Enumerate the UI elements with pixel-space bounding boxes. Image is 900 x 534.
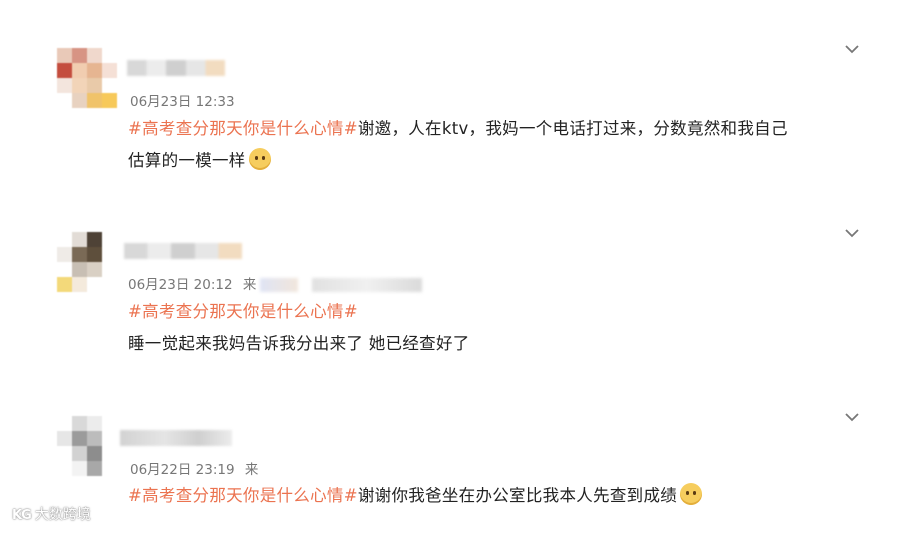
post-meta: 06月23日 12:33 — [130, 90, 235, 110]
hashtag-link[interactable]: #高考查分那天你是什么心情# — [128, 302, 358, 321]
source-blurred — [260, 278, 299, 292]
post-date: 06月23日 12:33 — [130, 94, 235, 110]
post-text: #高考查分那天你是什么心情#谢邀，人在ktv，我妈一个电话打过来，分数竟然和我自… — [128, 113, 888, 177]
post-date: 06月22日 23:19 — [130, 462, 235, 478]
post-meta: 06月23日 20:12 来 — [128, 273, 423, 293]
chevron-down-icon[interactable] — [845, 410, 859, 424]
avatar[interactable] — [57, 416, 117, 476]
post-source-prefix: 来 — [244, 462, 259, 478]
username-blurred[interactable] — [124, 243, 242, 259]
awkward-emoji-icon — [680, 483, 703, 505]
post-body: 睡一觉起来我妈告诉我分出来了 她已经查好了 — [128, 334, 470, 353]
post-body: 谢谢你我爸坐在办公室比我本人先查到成绩 — [357, 486, 678, 505]
source-blurred-2 — [312, 278, 423, 292]
avatar[interactable] — [57, 232, 117, 292]
post-body-line2: 估算的一模一样 — [128, 151, 246, 170]
chevron-down-icon[interactable] — [845, 42, 859, 56]
post-text: #高考查分那天你是什么心情# 睡一觉起来我妈告诉我分出来了 她已经查好了 — [128, 296, 888, 360]
post-date: 06月23日 20:12 — [128, 277, 233, 293]
post-source-prefix: 来 — [242, 277, 257, 293]
post-meta: 06月22日 23:19 来 — [130, 458, 258, 478]
doge-emoji-icon — [248, 148, 271, 170]
hashtag-link[interactable]: #高考查分那天你是什么心情# — [128, 486, 358, 505]
username-blurred[interactable] — [120, 430, 232, 446]
post-text: #高考查分那天你是什么心情#谢谢你我爸坐在办公室比我本人先查到成绩 — [128, 480, 888, 512]
avatar[interactable] — [57, 48, 117, 108]
watermark-text: 大数跨境 — [34, 507, 91, 523]
chevron-down-icon[interactable] — [845, 226, 859, 240]
watermark-logo: KG — [12, 508, 32, 523]
post-body: 谢邀，人在ktv，我妈一个电话打过来，分数竟然和我自己 — [357, 119, 788, 138]
watermark: KG 大数跨境 — [12, 504, 91, 524]
hashtag-link[interactable]: #高考查分那天你是什么心情# — [128, 119, 358, 138]
username-blurred[interactable] — [127, 60, 225, 76]
